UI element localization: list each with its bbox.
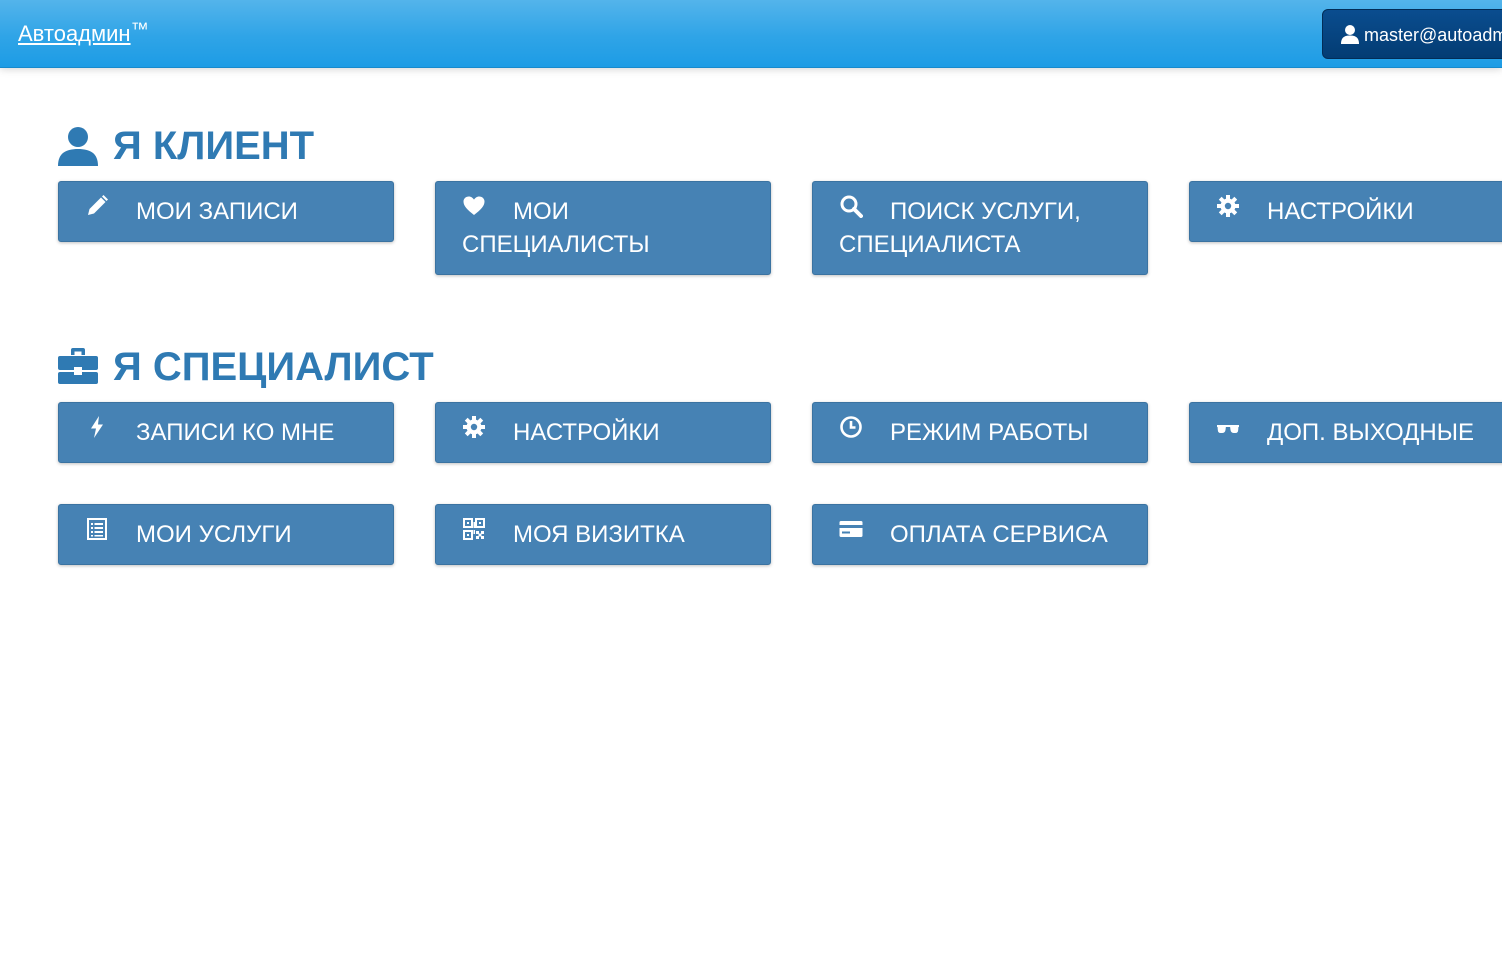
bookings-to-me-button[interactable]: ЗАПИСИ КО МНЕ — [58, 402, 394, 463]
specialist-section-title: Я СПЕЦИАЛИСТ — [113, 345, 434, 389]
working-hours-button[interactable]: РЕЖИМ РАБОТЫ — [812, 402, 1148, 463]
brand-link[interactable]: Автоадмин — [18, 21, 131, 46]
service-payment-button[interactable]: ОПЛАТА СЕРВИСА — [812, 504, 1148, 565]
my-business-card-button[interactable]: МОЯ ВИЗИТКА — [435, 504, 771, 565]
tile-label: ПОИСК УСЛУГИ, СПЕЦИАЛИСТА — [839, 198, 1081, 258]
tile-label: ОПЛАТА СЕРВИСА — [890, 521, 1108, 548]
search-service-button[interactable]: ПОИСК УСЛУГИ, СПЕЦИАЛИСТА — [812, 181, 1148, 275]
my-bookings-button[interactable]: МОИ ЗАПИСИ — [58, 181, 394, 242]
briefcase-icon — [57, 347, 99, 387]
specialist-settings-button[interactable]: НАСТРОЙКИ — [435, 402, 771, 463]
tile-label: МОИ СПЕЦИАЛИСТЫ — [462, 198, 650, 258]
my-services-button[interactable]: МОИ УСЛУГИ — [58, 504, 394, 565]
client-settings-button[interactable]: НАСТРОЙКИ — [1189, 181, 1502, 242]
client-section-title: Я КЛИЕНТ — [113, 124, 315, 168]
tile-label: МОИ ЗАПИСИ — [136, 198, 298, 225]
tile-label: МОЯ ВИЗИТКА — [513, 521, 685, 548]
tile-label: НАСТРОЙКИ — [1267, 198, 1414, 225]
navbar: Автоадмин™ master@autoadmin — [0, 0, 1502, 68]
user-icon — [57, 126, 99, 166]
user-email: master@autoadmin — [1364, 25, 1502, 45]
extra-days-off-button[interactable]: ДОП. ВЫХОДНЫЕ — [1189, 402, 1502, 463]
brand: Автоадмин™ — [18, 19, 149, 49]
my-specialists-button[interactable]: МОИ СПЕЦИАЛИСТЫ — [435, 181, 771, 275]
tile-label: РЕЖИМ РАБОТЫ — [890, 419, 1089, 446]
tile-label: ДОП. ВЫХОДНЫЕ — [1267, 419, 1474, 446]
tile-label: НАСТРОЙКИ — [513, 419, 660, 446]
user-menu-button[interactable]: master@autoadmin — [1322, 9, 1502, 59]
tile-label: ЗАПИСИ КО МНЕ — [136, 419, 335, 446]
user-icon — [1340, 24, 1360, 44]
trademark-symbol: ™ — [130, 19, 149, 39]
tile-label: МОИ УСЛУГИ — [136, 521, 292, 548]
